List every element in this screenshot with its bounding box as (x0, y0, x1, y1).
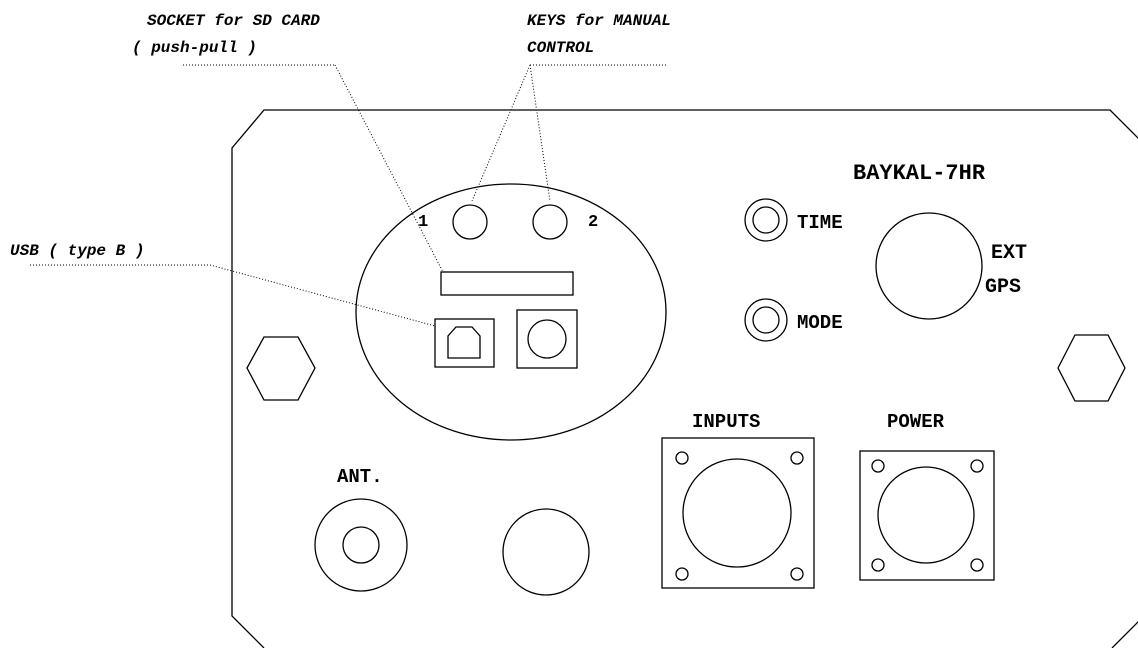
power-screw-bl (871, 558, 885, 572)
antenna-connector-inner (342, 526, 380, 564)
mount-hex-right (1057, 334, 1126, 402)
power-screw-tr (970, 459, 984, 473)
callout-leaders (30, 64, 668, 327)
usb-type-b-icon (447, 326, 481, 359)
inputs-label: INPUTS (692, 411, 760, 433)
device-panel-diagram: SOCKET for SD CARD ( push-pull ) KEYS fo… (0, 0, 1138, 648)
power-screw-br (970, 558, 984, 572)
callout-keys-line1: KEYS for MANUAL (527, 12, 671, 30)
time-button-label: TIME (797, 212, 843, 234)
key-1-label: 1 (418, 213, 428, 232)
mode-button-label: MODE (797, 312, 843, 334)
power-connector-body (877, 466, 975, 564)
manual-key-2[interactable] (532, 204, 568, 240)
ext-gps-label-line2: GPS (985, 276, 1021, 299)
callout-sd-socket-line2: ( push-pull ) (132, 39, 257, 57)
inputs-screw-tl (675, 451, 689, 465)
antenna-connector-outer[interactable] (314, 498, 408, 592)
inputs-connector-body (682, 458, 792, 568)
inputs-screw-tr (790, 451, 804, 465)
mode-button-outer[interactable] (744, 298, 788, 342)
manual-key-1[interactable] (452, 204, 488, 240)
time-button-outer[interactable] (744, 198, 788, 242)
control-module-circle (355, 183, 667, 441)
key-2-label: 2 (588, 213, 598, 232)
sd-card-slot[interactable] (440, 271, 574, 296)
panel-outline (231, 109, 1138, 648)
square-jack-frame[interactable] (516, 309, 578, 369)
power-screw-tl (871, 459, 885, 473)
mode-button-inner (752, 306, 780, 334)
mount-hex-left (246, 336, 316, 401)
usb-port-frame[interactable] (434, 318, 495, 368)
ext-gps-connector[interactable] (875, 212, 983, 320)
blank-round-plug (502, 508, 590, 596)
antenna-label: ANT. (337, 466, 383, 488)
inputs-screw-bl (675, 567, 689, 581)
power-label: POWER (887, 411, 945, 433)
callout-sd-socket-line1: SOCKET for SD CARD (147, 12, 320, 30)
diagram-canvas: SOCKET for SD CARD ( push-pull ) KEYS fo… (10, 12, 1138, 648)
callout-usb: USB ( type B ) (10, 242, 144, 260)
ext-gps-label-line1: EXT (991, 242, 1027, 265)
inputs-screw-br (790, 567, 804, 581)
round-jack (527, 319, 567, 359)
model-name: BAYKAL-7HR (853, 161, 986, 186)
time-button-inner (752, 206, 780, 234)
callout-keys-line2: CONTROL (527, 39, 594, 57)
